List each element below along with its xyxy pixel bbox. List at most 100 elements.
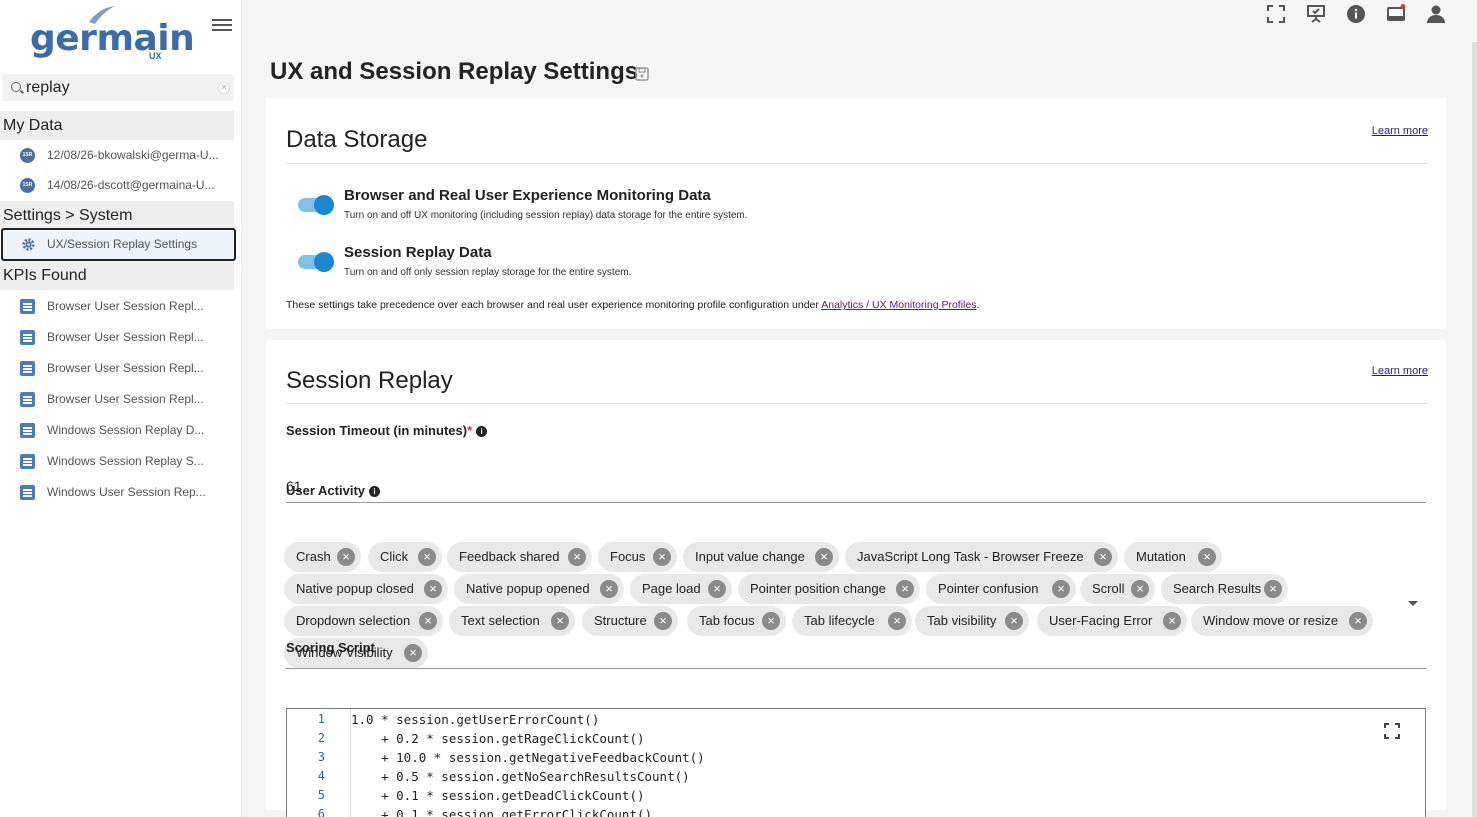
- session-replay-card: Session Replay Learn more Session Timeou…: [266, 340, 1446, 817]
- remove-chip-icon[interactable]: ×: [762, 612, 780, 630]
- my-data-item[interactable]: 1SR 12/08/26-bkowalski@germa-U...: [0, 140, 234, 170]
- code-line[interactable]: + 0.2 * session.getRageClickCount(): [351, 731, 644, 746]
- code-line[interactable]: 1.0 * session.getUserErrorCount(): [351, 712, 599, 727]
- search-icon: [11, 82, 21, 92]
- remove-chip-icon[interactable]: ×: [1349, 612, 1367, 630]
- scoring-script-editor[interactable]: 1 1.0 * session.getUserErrorCount() 2 + …: [286, 708, 1426, 817]
- session-replay-heading: Session Replay: [286, 367, 453, 394]
- code-line[interactable]: + 0.5 * session.getNoSearchResultsCount(…: [351, 769, 690, 784]
- code-line[interactable]: + 0.1 * session.getDeadClickCount(): [351, 788, 644, 803]
- remove-chip-icon[interactable]: ×: [815, 548, 833, 566]
- activity-chip-label: Mutation: [1136, 549, 1186, 564]
- activity-chip-label: Search Results: [1173, 581, 1262, 596]
- section-settings-system: Settings > System: [0, 201, 234, 230]
- my-data-item-label: 12/08/26-bkowalski@germa-U...: [47, 148, 219, 162]
- search-input[interactable]: [26, 77, 206, 98]
- remove-chip-icon[interactable]: ×: [551, 612, 569, 630]
- my-data-item-label: 14/08/26-dscott@germaina-U...: [47, 178, 215, 192]
- remove-chip-icon[interactable]: ×: [1094, 548, 1112, 566]
- precedence-note: These settings take precedence over each…: [286, 299, 979, 311]
- code-line[interactable]: + 10.0 * session.getNegativeFeedbackCoun…: [351, 750, 705, 765]
- activity-chip: Feedback shared ×: [447, 542, 592, 572]
- remove-chip-icon[interactable]: ×: [1005, 612, 1023, 630]
- divider: [286, 668, 1426, 669]
- remove-chip-icon[interactable]: ×: [1198, 548, 1216, 566]
- expand-editor-icon[interactable]: [1384, 723, 1400, 739]
- remove-chip-icon[interactable]: ×: [568, 548, 586, 566]
- session-timeout-label: Session Timeout (in minutes)* i: [286, 423, 488, 438]
- kpi-item[interactable]: Browser User Session Repl...: [0, 353, 234, 383]
- remove-chip-icon[interactable]: ×: [654, 612, 672, 630]
- user-icon[interactable]: [1426, 4, 1446, 24]
- activity-chip: Window move or resize ×: [1191, 606, 1373, 636]
- activity-chip-label: Page load: [642, 581, 701, 596]
- remove-chip-icon[interactable]: ×: [1163, 612, 1181, 630]
- session-timeout-label-text: Session Timeout (in minutes): [286, 423, 468, 438]
- ux-monitoring-profiles-link[interactable]: Analytics / UX Monitoring Profiles: [821, 299, 976, 311]
- remove-chip-icon[interactable]: ×: [424, 580, 442, 598]
- session-replay-data-toggle[interactable]: [298, 252, 334, 272]
- remove-chip-icon[interactable]: ×: [418, 548, 436, 566]
- remove-chip-icon[interactable]: ×: [600, 580, 618, 598]
- browser-rum-data-toggle[interactable]: [298, 195, 334, 215]
- kpi-item[interactable]: Browser User Session Repl...: [0, 322, 234, 352]
- session-timeout-input[interactable]: [286, 470, 1426, 503]
- info-icon[interactable]: i: [369, 486, 380, 497]
- line-number: 3: [317, 750, 325, 764]
- kpi-item[interactable]: Windows Session Replay S...: [0, 446, 234, 476]
- presentation-icon[interactable]: [1306, 4, 1326, 24]
- clear-search-icon[interactable]: ✕: [218, 82, 230, 94]
- inbox-icon[interactable]: [1386, 4, 1406, 24]
- section-my-data: My Data: [0, 111, 234, 140]
- activity-chip: Search Results ×: [1161, 574, 1288, 604]
- activity-chip: Tab lifecycle ×: [792, 606, 912, 636]
- remove-chip-icon[interactable]: ×: [404, 644, 422, 662]
- code-line[interactable]: + 0.1 * session.getErrorClickCount(): [351, 807, 652, 817]
- chevron-down-icon[interactable]: [1408, 601, 1418, 606]
- data-storage-learn-more-link[interactable]: Learn more: [1372, 125, 1428, 137]
- sidebar-item-ux-session-replay-settings[interactable]: UX/Session Replay Settings: [1, 228, 236, 261]
- kpi-item[interactable]: Windows Session Replay D...: [0, 415, 234, 445]
- remove-chip-icon[interactable]: ×: [708, 580, 726, 598]
- data-storage-heading: Data Storage: [286, 126, 428, 153]
- sidebar-item-label: UX/Session Replay Settings: [47, 237, 198, 251]
- activity-chip: Tab focus ×: [687, 606, 786, 636]
- activity-chip: Dropdown selection ×: [284, 606, 443, 636]
- remove-chip-icon[interactable]: ×: [653, 548, 671, 566]
- user-activity-label-text: User Activity: [286, 483, 365, 498]
- activity-chip-label: Pointer position change: [750, 581, 886, 596]
- remove-chip-icon[interactable]: ×: [1264, 580, 1282, 598]
- remove-chip-icon[interactable]: ×: [888, 612, 906, 630]
- activity-chip-label: Native popup opened: [466, 581, 590, 596]
- germain-logo[interactable]: germain UX: [30, 4, 195, 62]
- gear-icon: [22, 238, 35, 251]
- activity-chip-label: Click: [380, 549, 409, 564]
- line-number: 5: [317, 788, 325, 802]
- remove-chip-icon[interactable]: ×: [1131, 580, 1149, 598]
- activity-chip-label: User-Facing Error: [1049, 613, 1153, 628]
- fullscreen-icon[interactable]: [1266, 4, 1286, 24]
- activity-chip-label: Feedback shared: [459, 549, 560, 564]
- my-data-item[interactable]: 1SR 14/08/26-dscott@germaina-U...: [0, 170, 234, 200]
- kpi-list-icon: [20, 330, 35, 345]
- kpi-item[interactable]: Browser User Session Repl...: [0, 291, 234, 321]
- remove-chip-icon[interactable]: ×: [1052, 580, 1070, 598]
- info-icon[interactable]: i: [476, 426, 488, 437]
- session-replay-data-desc: Turn on and off only session replay stor…: [344, 267, 632, 278]
- kpi-item[interactable]: Browser User Session Repl...: [0, 384, 234, 414]
- remove-chip-icon[interactable]: ×: [337, 548, 355, 566]
- activity-chip-label: Text selection: [461, 613, 540, 628]
- sidebar-search: ✕: [2, 74, 234, 101]
- info-icon[interactable]: [1346, 4, 1366, 24]
- activity-chip: Focus ×: [598, 542, 677, 572]
- kpi-item[interactable]: Windows User Session Rep...: [0, 477, 234, 507]
- save-icon[interactable]: [635, 67, 649, 81]
- activity-chip: Page load ×: [630, 574, 732, 604]
- remove-chip-icon[interactable]: ×: [896, 580, 914, 598]
- page-scrollbar[interactable]: [1472, 42, 1477, 817]
- remove-chip-icon[interactable]: ×: [419, 612, 437, 630]
- activity-chip: User-Facing Error ×: [1037, 606, 1187, 636]
- menu-toggle-icon[interactable]: [212, 16, 232, 34]
- session-replay-learn-more-link[interactable]: Learn more: [1372, 365, 1428, 377]
- notification-dot: [1400, 4, 1406, 9]
